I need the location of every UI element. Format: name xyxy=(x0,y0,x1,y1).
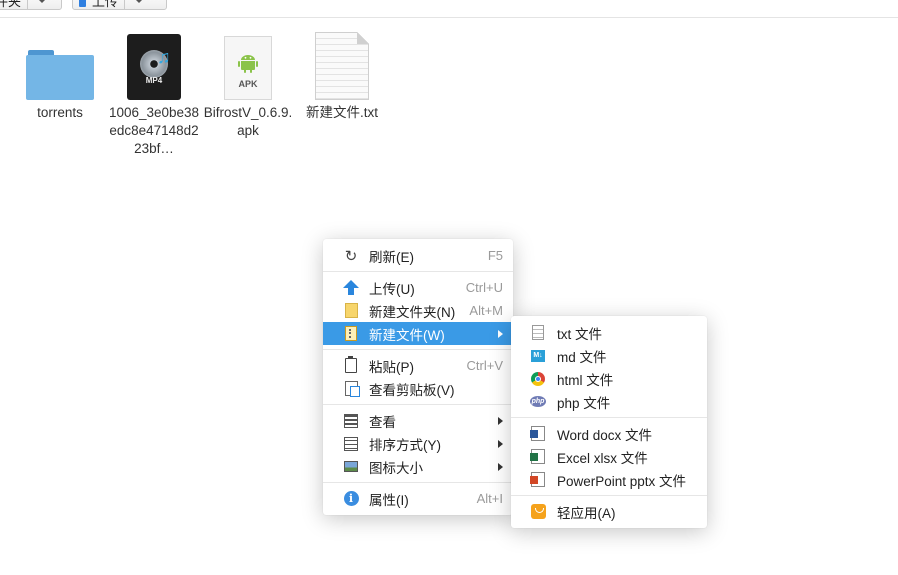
chevron-down-icon[interactable] xyxy=(124,0,153,9)
menu-divider xyxy=(323,349,513,350)
clipboard-icon xyxy=(342,380,360,398)
new-folder-icon xyxy=(342,302,360,320)
paste-icon xyxy=(342,356,360,375)
file-name: 新建文件.txt xyxy=(305,105,378,120)
menu-item-label: 新建文件夹(N) xyxy=(369,304,456,320)
icon-size-icon xyxy=(342,458,360,476)
submenu-arrow-icon xyxy=(498,462,503,471)
new-file-icon xyxy=(342,325,360,343)
menu-item-shortcut: Ctrl+U xyxy=(465,280,503,295)
file-badge: MP4 xyxy=(145,76,163,85)
menu-item-shortcut: Ctrl+V xyxy=(466,358,503,373)
new-file-submenu: txt 文件 M↓ md 文件 html 文件 php php 文件 Word … xyxy=(511,316,707,528)
menu-item-upload[interactable]: 上传(U) Ctrl+U xyxy=(323,276,513,299)
submenu-item-powerpoint[interactable]: PowerPoint pptx 文件 xyxy=(511,468,707,491)
file-name: BifrostV_0.6.9.apk xyxy=(203,105,293,138)
menu-item-properties[interactable]: i 属性(I) Alt+I xyxy=(323,487,513,510)
light-app-icon xyxy=(529,503,547,521)
file-item-txt[interactable]: 新建文件.txt xyxy=(296,30,388,122)
file-item-mp4[interactable]: ♫ MP4 1006_3e0be38edc8e47148d223bf… xyxy=(108,30,200,158)
file-item-apk[interactable]: APK BifrostV_0.6.9.apk xyxy=(202,30,294,140)
context-menu: ↻ 刷新(E) F5 上传(U) Ctrl+U 新建文件夹(N) Alt+M 新… xyxy=(323,239,513,515)
toolbar: 件夹 上传 xyxy=(0,0,898,18)
submenu-item-label: PowerPoint pptx 文件 xyxy=(557,473,687,489)
php-icon: php xyxy=(530,396,546,407)
powerpoint-icon xyxy=(529,471,547,489)
chevron-down-icon[interactable] xyxy=(27,0,56,9)
view-icon xyxy=(342,412,360,430)
thumbnail: APK xyxy=(202,30,294,100)
menu-item-label: 刷新(E) xyxy=(369,249,414,265)
info-icon: i xyxy=(342,490,360,508)
folder-dropdown-button[interactable]: 件夹 xyxy=(0,0,62,10)
menu-divider xyxy=(323,482,513,483)
sort-icon xyxy=(342,435,360,453)
folder-button-label: 件夹 xyxy=(0,0,22,9)
submenu-item-excel[interactable]: Excel xlsx 文件 xyxy=(511,445,707,468)
menu-item-label: 上传(U) xyxy=(369,281,415,297)
menu-item-refresh[interactable]: ↻ 刷新(E) F5 xyxy=(323,244,513,267)
file-name: torrents xyxy=(37,105,83,120)
menu-item-sort[interactable]: 排序方式(Y) xyxy=(323,432,513,455)
upload-button-label: 上传 xyxy=(92,0,119,9)
txt-icon xyxy=(529,324,547,342)
submenu-item-label: md 文件 xyxy=(557,349,607,365)
menu-item-label: 粘贴(P) xyxy=(369,359,414,375)
file-name: 1006_3e0be38edc8e47148d223bf… xyxy=(108,105,200,156)
thumbnail: ♫ MP4 xyxy=(108,30,200,100)
menu-item-paste[interactable]: 粘贴(P) Ctrl+V xyxy=(323,354,513,377)
android-icon xyxy=(238,55,258,73)
submenu-item-word[interactable]: Word docx 文件 xyxy=(511,422,707,445)
menu-item-label: 图标大小 xyxy=(369,460,423,476)
submenu-item-label: 轻应用(A) xyxy=(557,505,616,521)
upload-button[interactable]: 上传 xyxy=(72,0,167,10)
menu-item-label: 查看剪贴板(V) xyxy=(369,382,455,398)
submenu-item-label: txt 文件 xyxy=(557,326,603,342)
submenu-arrow-icon xyxy=(498,329,503,338)
menu-item-icon-size[interactable]: 图标大小 xyxy=(323,455,513,478)
file-item-torrents[interactable]: torrents xyxy=(14,30,106,122)
menu-item-label: 排序方式(Y) xyxy=(369,437,441,453)
menu-item-label: 属性(I) xyxy=(369,492,409,508)
submenu-item-txt[interactable]: txt 文件 xyxy=(511,321,707,344)
submenu-item-label: Word docx 文件 xyxy=(557,427,653,443)
menu-item-label: 查看 xyxy=(369,414,396,430)
word-icon xyxy=(529,425,547,443)
menu-divider xyxy=(511,495,707,496)
menu-item-view[interactable]: 查看 xyxy=(323,409,513,432)
upload-icon xyxy=(79,0,86,7)
submenu-item-label: php 文件 xyxy=(557,395,611,411)
menu-divider xyxy=(511,417,707,418)
menu-item-new-folder[interactable]: 新建文件夹(N) Alt+M xyxy=(323,299,513,322)
md-icon: M↓ xyxy=(529,347,547,365)
upload-button-content: 上传 xyxy=(73,0,124,9)
menu-divider xyxy=(323,271,513,272)
menu-item-shortcut: F5 xyxy=(487,248,503,263)
submenu-item-php[interactable]: php php 文件 xyxy=(511,390,707,413)
mp4-file-icon: ♫ MP4 xyxy=(127,34,181,100)
refresh-icon: ↻ xyxy=(344,247,358,265)
submenu-arrow-icon xyxy=(498,439,503,448)
thumbnail xyxy=(296,30,388,100)
excel-icon xyxy=(529,448,547,466)
submenu-item-label: html 文件 xyxy=(557,372,614,388)
txt-file-icon xyxy=(315,32,369,100)
submenu-arrow-icon xyxy=(498,416,503,425)
menu-item-shortcut: Alt+M xyxy=(469,303,503,318)
thumbnail xyxy=(14,30,106,100)
apk-file-icon: APK xyxy=(224,36,272,100)
menu-item-shortcut: Alt+I xyxy=(476,491,503,506)
menu-item-label: 新建文件(W) xyxy=(369,327,445,343)
submenu-item-light-app[interactable]: 轻应用(A) xyxy=(511,500,707,523)
menu-divider xyxy=(323,404,513,405)
folder-icon xyxy=(26,50,94,100)
file-badge: APK xyxy=(238,79,258,89)
submenu-item-html[interactable]: html 文件 xyxy=(511,367,707,390)
upload-icon xyxy=(342,279,360,297)
submenu-item-md[interactable]: M↓ md 文件 xyxy=(511,344,707,367)
menu-item-new-file[interactable]: 新建文件(W) xyxy=(323,322,513,345)
chrome-icon xyxy=(529,370,547,388)
menu-item-view-clipboard[interactable]: 查看剪贴板(V) xyxy=(323,377,513,400)
submenu-item-label: Excel xlsx 文件 xyxy=(557,450,648,466)
